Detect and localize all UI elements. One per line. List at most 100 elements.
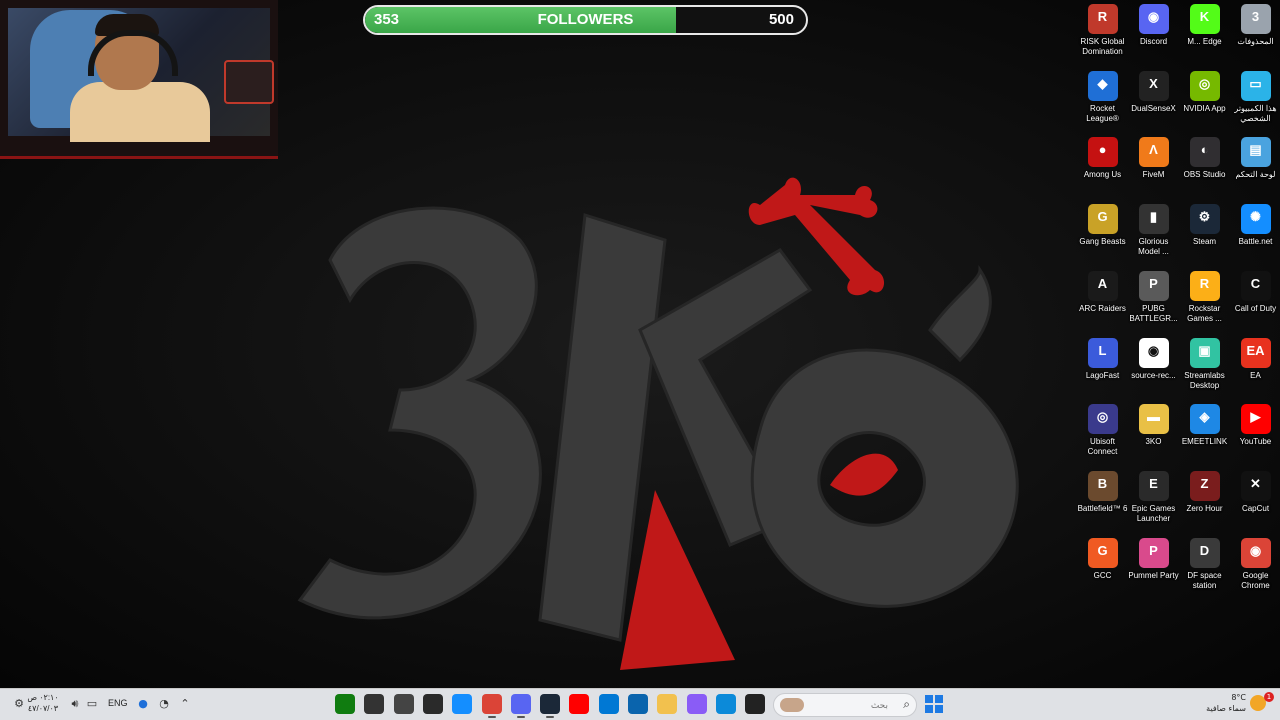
desktop-icon-recycle-bin[interactable]: 3 المحذوفات <box>1230 4 1280 70</box>
desktop-icon-label: Google Chrome <box>1241 570 1270 590</box>
terminal-icon[interactable] <box>745 694 766 714</box>
desktop-icon-glorious-mouse[interactable]: ▮ Glorious Model ... <box>1128 204 1179 270</box>
desktop-icon-folder[interactable]: ▬ 3KO <box>1128 404 1179 470</box>
desktop-icon-label: Battlefield™ 6 <box>1077 503 1128 513</box>
search-icon: ⌕ <box>903 697 910 711</box>
tray-app-icon[interactable]: ◔ <box>157 697 171 711</box>
desktop-icon-risk[interactable]: R RISK Global Domination <box>1077 4 1128 70</box>
nvidia-icon-glyph: ◎ <box>1198 75 1211 91</box>
arc-raiders-icon: A <box>1087 270 1118 301</box>
desktop-icon-lagofast[interactable]: L LagoFast <box>1077 337 1128 404</box>
desktop-icon-label: Steam <box>1192 237 1217 247</box>
control-panel-icon: ▤ <box>1240 137 1271 168</box>
desktop-icon-rocket-league[interactable]: ◆ Rocket League® <box>1077 70 1128 137</box>
desktop-icon-pummel-party[interactable]: P Pummel Party <box>1128 537 1179 604</box>
desktop-icon-label: Zero Hour <box>1186 503 1223 513</box>
network-icon[interactable]: ▭ <box>85 697 99 711</box>
desktop-icon-emeetlink[interactable]: ◈ EMEETLINK <box>1179 404 1230 470</box>
desktop-icon-call-of-duty[interactable]: C Call of Duty <box>1230 270 1280 337</box>
language-indicator[interactable]: ENG <box>108 698 128 708</box>
edge-icon[interactable] <box>715 694 736 714</box>
obs-icon-glyph: ◐ <box>1200 142 1209 158</box>
notification-badge[interactable]: 1 <box>1264 692 1274 702</box>
risk-icon: R <box>1087 4 1118 34</box>
source-record-icon-glyph: ◉ <box>1147 342 1160 358</box>
file-explorer-icon[interactable] <box>657 694 678 714</box>
gang-beasts-icon-glyph: G <box>1097 209 1108 225</box>
weather-widget[interactable]: 8°C سماء صافية <box>1186 692 1246 714</box>
arc-raiders-icon-glyph: A <box>1097 275 1108 291</box>
desktop-icon-gang-beasts[interactable]: G Gang Beasts <box>1077 204 1128 270</box>
start-button[interactable] <box>925 695 943 713</box>
desktop-icon-steam[interactable]: ⚙ Steam <box>1179 204 1230 270</box>
desktop-icon-ubisoft[interactable]: ◎ Ubisoft Connect <box>1077 404 1128 470</box>
desktop-icon-battlenet[interactable]: ✺ Battle.net <box>1230 204 1280 270</box>
desktop-icon-label: NVIDIA App <box>1183 103 1226 113</box>
desktop-icon-kick[interactable]: K M... Edge <box>1179 4 1230 70</box>
desktop-icon-rockstar[interactable]: R Rockstar Games ... <box>1179 270 1230 337</box>
desktop-icon-chrome[interactable]: ◉ Google Chrome <box>1230 537 1280 604</box>
desktop-icon-fivem[interactable]: Λ FiveM <box>1128 137 1179 203</box>
desktop-icon-pubg[interactable]: P PUBG BATTLEGR... <box>1128 270 1179 337</box>
desktop-icon-this-pc[interactable]: ▭ هذا الكمبيوتر الشخصي <box>1230 70 1280 137</box>
webcam-overlay <box>0 0 278 159</box>
desktop-icon-label: CapCut <box>1241 503 1270 513</box>
discord-icon[interactable] <box>510 694 531 718</box>
desktop-icon-control-panel[interactable]: ▤ لوحة التحكم <box>1230 137 1280 203</box>
youtube-icon[interactable] <box>569 694 590 714</box>
desktop-icon-label: PUBG BATTLEGR... <box>1129 303 1178 323</box>
volume-icon[interactable]: 🔊︎ <box>68 697 82 711</box>
desktop-icon-capcut[interactable]: ✕ CapCut <box>1230 470 1280 537</box>
pubg-icon: P <box>1138 270 1169 301</box>
desktop-icon-battlefield[interactable]: B Battlefield™ 6 <box>1077 470 1128 537</box>
obs-icon: ◐ <box>1189 137 1220 168</box>
ubisoft-icon: ◎ <box>1087 404 1118 435</box>
desktop-icon-arc-raiders[interactable]: A ARC Raiders <box>1077 270 1128 337</box>
streamlabs-icon-glyph: ▣ <box>1198 342 1211 358</box>
desktop-icon-youtube[interactable]: ▶ YouTube <box>1230 404 1280 470</box>
desktop-icon-nvidia[interactable]: ◎ NVIDIA App <box>1179 70 1230 137</box>
df-space-icon-glyph: D <box>1199 542 1210 558</box>
desktop-icon-zero-hour[interactable]: Z Zero Hour <box>1179 470 1230 537</box>
xbox-icon[interactable] <box>335 694 355 714</box>
desktop-icon-among-us[interactable]: ● Among Us <box>1077 137 1128 203</box>
folder-icon: ▬ <box>1138 404 1169 435</box>
taskbar-search[interactable]: ⌕ <box>773 693 917 717</box>
battlenet-icon-glyph: ✺ <box>1250 209 1261 225</box>
desktop-icon-discord[interactable]: ◉ Discord <box>1128 4 1179 70</box>
steam-icon[interactable] <box>540 694 561 718</box>
lagofast-icon-glyph: L <box>1098 342 1107 358</box>
desktop-icon-label: OBS Studio <box>1183 170 1226 180</box>
desktop-icon-df-space[interactable]: D DF space station <box>1179 537 1230 604</box>
epic-games-icon[interactable] <box>422 694 443 714</box>
desktop-icon-label: DF space station <box>1187 570 1222 590</box>
desktop-icon-ea[interactable]: EA EA <box>1230 337 1280 404</box>
ea-icon-glyph: EA <box>1246 342 1265 358</box>
desktop-icon-gcc[interactable]: G GCC <box>1077 537 1128 604</box>
desktop-icon-dualsensex[interactable]: X DualSenseX <box>1128 70 1179 137</box>
speedometer-icon[interactable] <box>364 694 385 714</box>
desktop-icon-label: Call of Duty <box>1234 303 1277 313</box>
system-clock[interactable]: ٠٢:١٠ ص ٤٧/٠٧/٠٣ <box>20 692 66 714</box>
chrome-icon[interactable] <box>481 694 502 718</box>
chevron-up-icon[interactable]: ⌃ <box>178 697 192 711</box>
desktop-icon-source-record[interactable]: ◉ source-rec... <box>1128 337 1179 404</box>
microphone-icon[interactable]: ● <box>136 697 150 711</box>
recording-icon[interactable] <box>393 694 414 714</box>
search-input[interactable] <box>784 697 890 715</box>
nvidia-icon: ◎ <box>1189 70 1220 101</box>
store-icon[interactable] <box>598 694 619 714</box>
call-of-duty-icon: C <box>1240 270 1271 301</box>
copilot-icon[interactable] <box>686 694 707 714</box>
desktop-icon-label: لوحة التحكم <box>1235 170 1276 180</box>
battlenet-icon[interactable] <box>452 694 473 714</box>
outlook-icon[interactable] <box>628 694 648 714</box>
desktop-icon-label: Rocket League® <box>1086 103 1119 123</box>
desktop-icon-label: Gang Beasts <box>1079 237 1126 247</box>
desktop-icon-streamlabs[interactable]: ▣ Streamlabs Desktop <box>1179 337 1230 404</box>
desktop-icon-label: RISK Global Domination <box>1080 37 1125 56</box>
desktop-icon-obs[interactable]: ◐ OBS Studio <box>1179 137 1230 203</box>
desktop-icon-epic-games[interactable]: E Epic Games Launcher <box>1128 470 1179 537</box>
chrome-icon-glyph: ◉ <box>1249 542 1262 558</box>
fivem-icon: Λ <box>1138 137 1169 168</box>
